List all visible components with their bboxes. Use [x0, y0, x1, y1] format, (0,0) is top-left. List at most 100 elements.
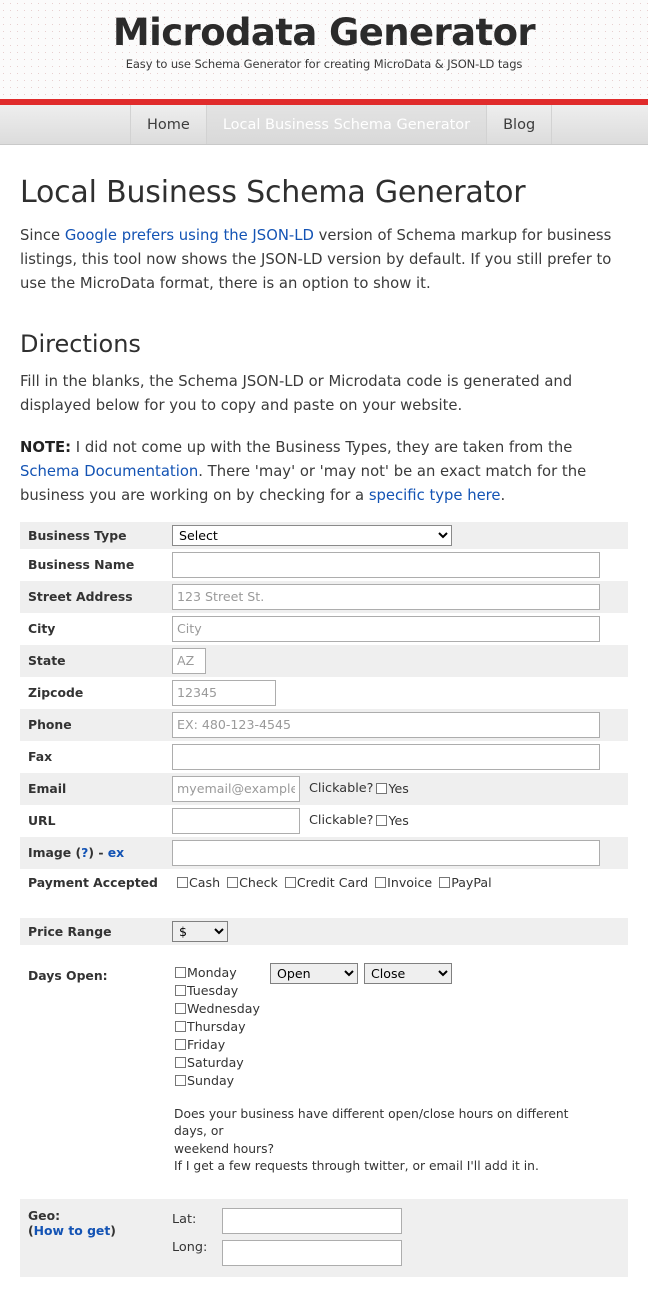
- payment-check-checkbox[interactable]: [227, 876, 239, 888]
- geo-lat-input[interactable]: [222, 1207, 402, 1234]
- specific-type-here-link[interactable]: specific type here: [369, 487, 501, 504]
- label-zipcode: Zipcode: [28, 685, 84, 701]
- hours-selects-column: Open Close: [270, 962, 452, 984]
- table-row-image: Image (?) - ex: [20, 836, 628, 869]
- image-label-prefix: Image (: [28, 845, 82, 861]
- label-city: City: [28, 621, 56, 637]
- city-input[interactable]: [172, 615, 600, 642]
- image-input[interactable]: [172, 839, 600, 866]
- street-address-input[interactable]: [172, 583, 600, 610]
- site-header: Microdata Generator Easy to use Schema G…: [0, 0, 648, 99]
- spacer-cell-left: [20, 895, 172, 918]
- cell-phone: [172, 709, 628, 741]
- day-saturday: Saturday: [172, 1054, 270, 1072]
- label-geo: Geo: (How to get): [20, 1199, 172, 1277]
- schema-documentation-link[interactable]: Schema Documentation: [20, 463, 198, 480]
- url-input[interactable]: [172, 807, 300, 834]
- table-row-business-name: Business Name: [20, 548, 628, 581]
- cell-state: [172, 645, 628, 677]
- day-monday: Monday: [172, 964, 270, 982]
- payment-option-check: Check: [224, 875, 278, 890]
- schema-form-table: Business Type Select Business Name Stree…: [20, 521, 628, 1277]
- day-sunday: Sunday: [172, 1072, 270, 1090]
- payment-cash-checkbox[interactable]: [177, 876, 188, 888]
- payment-cash-label: Cash: [189, 874, 221, 890]
- nav-item-local-business-schema-generator[interactable]: Local Business Schema Generator: [205, 105, 488, 144]
- email-clickable-label: Clickable?: [309, 781, 374, 797]
- day-saturday-checkbox[interactable]: [175, 1057, 186, 1069]
- day-tuesday-label: Tuesday: [187, 982, 239, 998]
- table-row-fax: Fax: [20, 740, 628, 773]
- spacer2-cell-right: [172, 944, 628, 959]
- google-prefers-jsonld-link[interactable]: Google prefers using the JSON-LD: [65, 227, 314, 244]
- payment-option-invoice: Invoice: [372, 875, 432, 890]
- phone-input[interactable]: [172, 711, 600, 738]
- day-thursday-label: Thursday: [187, 1018, 246, 1034]
- payment-option-paypal: PayPal: [436, 874, 492, 890]
- url-field-group: Clickable? Yes: [172, 807, 628, 834]
- close-time-select[interactable]: Close: [364, 962, 452, 984]
- open-time-select[interactable]: Open: [270, 962, 358, 984]
- state-input[interactable]: [172, 647, 206, 674]
- image-label-mid: ) -: [88, 845, 108, 861]
- day-friday-checkbox[interactable]: [175, 1039, 186, 1051]
- label-email: Email: [28, 781, 67, 797]
- label-fax: Fax: [28, 749, 53, 765]
- business-type-select[interactable]: Select: [172, 524, 452, 546]
- directions-note: NOTE: I did not come up with the Busines…: [20, 436, 628, 508]
- directions-heading: Directions: [20, 329, 141, 358]
- label-image: Image (?) - ex: [20, 837, 172, 869]
- payment-invoice-label: Invoice: [387, 874, 433, 890]
- geo-long-label: Long:: [172, 1239, 208, 1255]
- cell-business-type: Select: [172, 522, 628, 549]
- payment-paypal-checkbox[interactable]: [439, 876, 451, 888]
- intro-paragraph: Since Google prefers using the JSON-LD v…: [20, 224, 628, 296]
- label-business-type: Business Type: [28, 527, 127, 543]
- nav-item-blog[interactable]: Blog: [486, 105, 553, 144]
- label-street-address: Street Address: [28, 589, 133, 605]
- day-thursday-checkbox[interactable]: [175, 1021, 186, 1033]
- table-row-payment-accepted: Payment Accepted Cash Check Credit Card: [20, 868, 628, 896]
- cell-payment-accepted: Cash Check Credit Card Invoice PayPal: [172, 869, 628, 896]
- day-wednesday-label: Wednesday: [187, 1000, 260, 1016]
- image-example-link[interactable]: ex: [108, 845, 124, 860]
- cell-email: Clickable? Yes: [172, 773, 628, 805]
- fax-input[interactable]: [172, 743, 600, 770]
- days-open-wrapper: Monday Tuesday Wednesday Thursday Friday…: [172, 962, 628, 1090]
- day-monday-checkbox[interactable]: [175, 967, 186, 979]
- nav-item-home[interactable]: Home: [130, 105, 207, 144]
- email-clickable-checkbox[interactable]: [376, 783, 388, 795]
- table-row-city: City: [20, 612, 628, 645]
- cell-geo: Lat: Long:: [172, 1199, 628, 1277]
- table-row-email: Email Clickable? Yes: [20, 772, 628, 805]
- cell-business-name: [172, 549, 628, 581]
- day-sunday-checkbox[interactable]: [175, 1075, 186, 1087]
- geo-help-line: (How to get): [28, 1223, 172, 1238]
- day-tuesday-checkbox[interactable]: [175, 985, 186, 997]
- payment-credit-card-label: Credit Card: [296, 874, 369, 890]
- days-open-note-line1: Does your business have different open/c…: [174, 1106, 569, 1139]
- url-clickable-checkbox[interactable]: [376, 815, 388, 827]
- note-part1: I did not come up with the Business Type…: [71, 438, 573, 456]
- day-wednesday-checkbox[interactable]: [175, 1003, 186, 1015]
- cell-image: [172, 837, 628, 869]
- table-row-zipcode: Zipcode: [20, 676, 628, 709]
- payment-credit-card-checkbox[interactable]: [284, 876, 296, 888]
- price-range-select[interactable]: $: [172, 920, 228, 942]
- spacer3-cell-left: [20, 1184, 172, 1199]
- url-clickable-yes: Yes: [388, 813, 409, 829]
- geo-how-to-get-link[interactable]: How to get: [34, 1223, 111, 1238]
- zipcode-input[interactable]: [172, 679, 276, 706]
- note-label: NOTE:: [20, 438, 72, 456]
- label-phone: Phone: [28, 717, 72, 733]
- business-name-input[interactable]: [172, 551, 600, 578]
- day-sunday-label: Sunday: [187, 1072, 235, 1088]
- day-monday-label: Monday: [187, 964, 237, 980]
- cell-city: [172, 613, 628, 645]
- payment-paypal-label: PayPal: [451, 874, 492, 890]
- spacer2-cell-left: [20, 944, 172, 959]
- email-input[interactable]: [172, 775, 300, 802]
- payment-invoice-checkbox[interactable]: [375, 876, 387, 888]
- email-field-group: Clickable? Yes: [172, 775, 628, 802]
- geo-long-input[interactable]: [222, 1239, 402, 1266]
